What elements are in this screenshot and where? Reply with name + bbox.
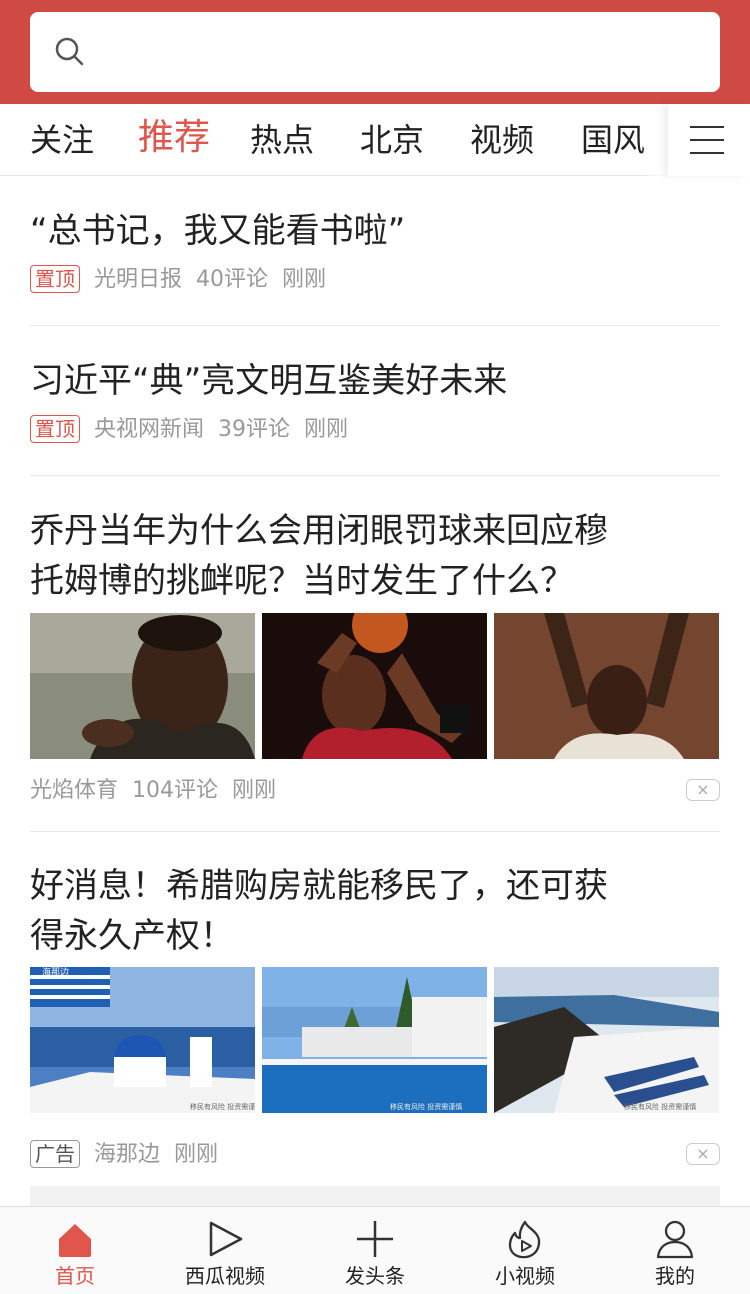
menu-icon — [690, 126, 724, 154]
tab-label: 西瓜视频 — [185, 1264, 265, 1288]
image-label: 海那边 — [42, 967, 69, 978]
article-meta: 光焰体育 104评论 刚刚 — [30, 776, 290, 806]
title-line: 好消息！希腊购房就能移民了，还可获 — [30, 866, 608, 906]
tab-label: 发头条 — [345, 1264, 405, 1288]
list-item[interactable]: 习近平“典”亮文明互鉴美好未来 置顶 央视网新闻 39评论 刚刚 — [30, 356, 720, 443]
tab-beijing[interactable]: 北京 — [360, 118, 424, 162]
user-icon — [656, 1220, 694, 1259]
pinned-badge: 置顶 — [30, 265, 80, 293]
plus-icon — [357, 1221, 393, 1257]
article-thumbnail[interactable] — [262, 613, 487, 759]
publish-time: 刚刚 — [232, 778, 277, 803]
article-thumbnail[interactable] — [494, 613, 719, 759]
divider — [30, 831, 720, 832]
article-title[interactable]: “总书记，我又能看书啦” — [30, 206, 720, 256]
article-source: 海那边 — [94, 1142, 161, 1167]
tab-follow[interactable]: 关注 — [30, 118, 94, 162]
title-line: 乔丹当年为什么会用闭眼罚球来回应穆 — [30, 511, 608, 551]
tab-guofeng[interactable]: 国风 — [581, 118, 645, 162]
tab-hot[interactable]: 热点 — [250, 118, 314, 162]
publish-time: 刚刚 — [304, 417, 349, 442]
list-item[interactable]: 乔丹当年为什么会用闭眼罚球来回应穆 托姆博的挑衅呢？当时发生了什么？ 光焰体育 … — [30, 506, 720, 803]
pinned-badge: 置顶 — [30, 415, 80, 443]
article-meta: 置顶 光明日报 40评论 刚刚 — [30, 265, 340, 295]
tab-label: 小视频 — [495, 1264, 555, 1288]
list-item[interactable]: “总书记，我又能看书啦” 置顶 光明日报 40评论 刚刚 — [30, 206, 720, 293]
bottom-tab-bar: 首页 西瓜视频 发头条 小视频 我的 — [0, 1206, 750, 1294]
article-title[interactable]: 习近平“典”亮文明互鉴美好未来 — [30, 356, 720, 406]
tab-video[interactable]: 视频 — [470, 118, 534, 162]
tab-home[interactable]: 首页 — [0, 1207, 150, 1294]
divider — [30, 475, 720, 476]
channel-menu-button[interactable] — [668, 104, 750, 176]
comment-count: 40评论 — [196, 267, 269, 292]
tab-label: 我的 — [655, 1264, 695, 1288]
divider — [30, 325, 720, 326]
title-line: 得永久产权！ — [30, 916, 234, 956]
article-thumbnail[interactable] — [30, 613, 255, 759]
publish-time: 刚刚 — [282, 267, 327, 292]
tab-short-video[interactable]: 小视频 — [450, 1207, 600, 1294]
tab-me[interactable]: 我的 — [600, 1207, 750, 1294]
comment-count: 104评论 — [132, 778, 219, 803]
article-source: 光明日报 — [94, 267, 183, 292]
top-bar — [0, 0, 750, 104]
flame-play-icon — [508, 1220, 541, 1259]
channel-tabs: 关注 推荐 热点 北京 视频 国风 — [0, 104, 750, 176]
tab-label: 首页 — [55, 1264, 95, 1288]
publish-time: 刚刚 — [174, 1142, 219, 1167]
ad-thumbnail[interactable]: 移民有风险 投资需谨慎 — [494, 967, 719, 1113]
tab-post[interactable]: 发头条 — [300, 1207, 450, 1294]
search-icon — [55, 37, 84, 66]
ad-thumbnail[interactable]: 移民有风险 投资需谨慎 — [262, 967, 487, 1113]
ad-thumbnail[interactable]: 海那边 移民有风险 投资需谨慎 — [30, 967, 255, 1113]
tab-xigua-video[interactable]: 西瓜视频 — [150, 1207, 300, 1294]
article-title[interactable]: 乔丹当年为什么会用闭眼罚球来回应穆 托姆博的挑衅呢？当时发生了什么？ — [30, 506, 720, 606]
image-watermark: 移民有风险 投资需谨慎 — [624, 1102, 696, 1111]
channel-fade — [640, 104, 670, 176]
comment-count: 39评论 — [218, 417, 291, 442]
dismiss-button[interactable]: × — [686, 1143, 720, 1165]
list-item[interactable]: 好消息！希腊购房就能移民了，还可获 得永久产权！ 海那边 移民有风险 投资需谨 … — [30, 861, 720, 1168]
image-watermark: 移民有风险 投资需谨慎 — [190, 1102, 255, 1111]
search-input[interactable] — [30, 12, 720, 92]
tab-recommend[interactable]: 推荐 — [138, 116, 210, 160]
article-title[interactable]: 好消息！希腊购房就能移民了，还可获 得永久产权！ — [30, 861, 720, 961]
image-watermark: 移民有风险 投资需谨慎 — [390, 1102, 462, 1111]
play-icon — [209, 1221, 243, 1257]
article-source: 光焰体育 — [30, 778, 119, 803]
image-row[interactable]: 海那边 移民有风险 投资需谨慎 移民有风险 投资需谨慎 — [30, 967, 720, 1113]
ad-badge: 广告 — [30, 1140, 80, 1168]
next-item-placeholder — [30, 1186, 720, 1206]
home-icon — [59, 1224, 91, 1257]
article-meta: 广告 海那边 刚刚 — [30, 1140, 232, 1170]
dismiss-button[interactable]: × — [686, 779, 720, 801]
article-source: 央视网新闻 — [94, 417, 205, 442]
image-row[interactable] — [30, 613, 720, 759]
article-meta: 置顶 央视网新闻 39评论 刚刚 — [30, 415, 362, 445]
title-line: 托姆博的挑衅呢？当时发生了什么？ — [30, 561, 574, 601]
